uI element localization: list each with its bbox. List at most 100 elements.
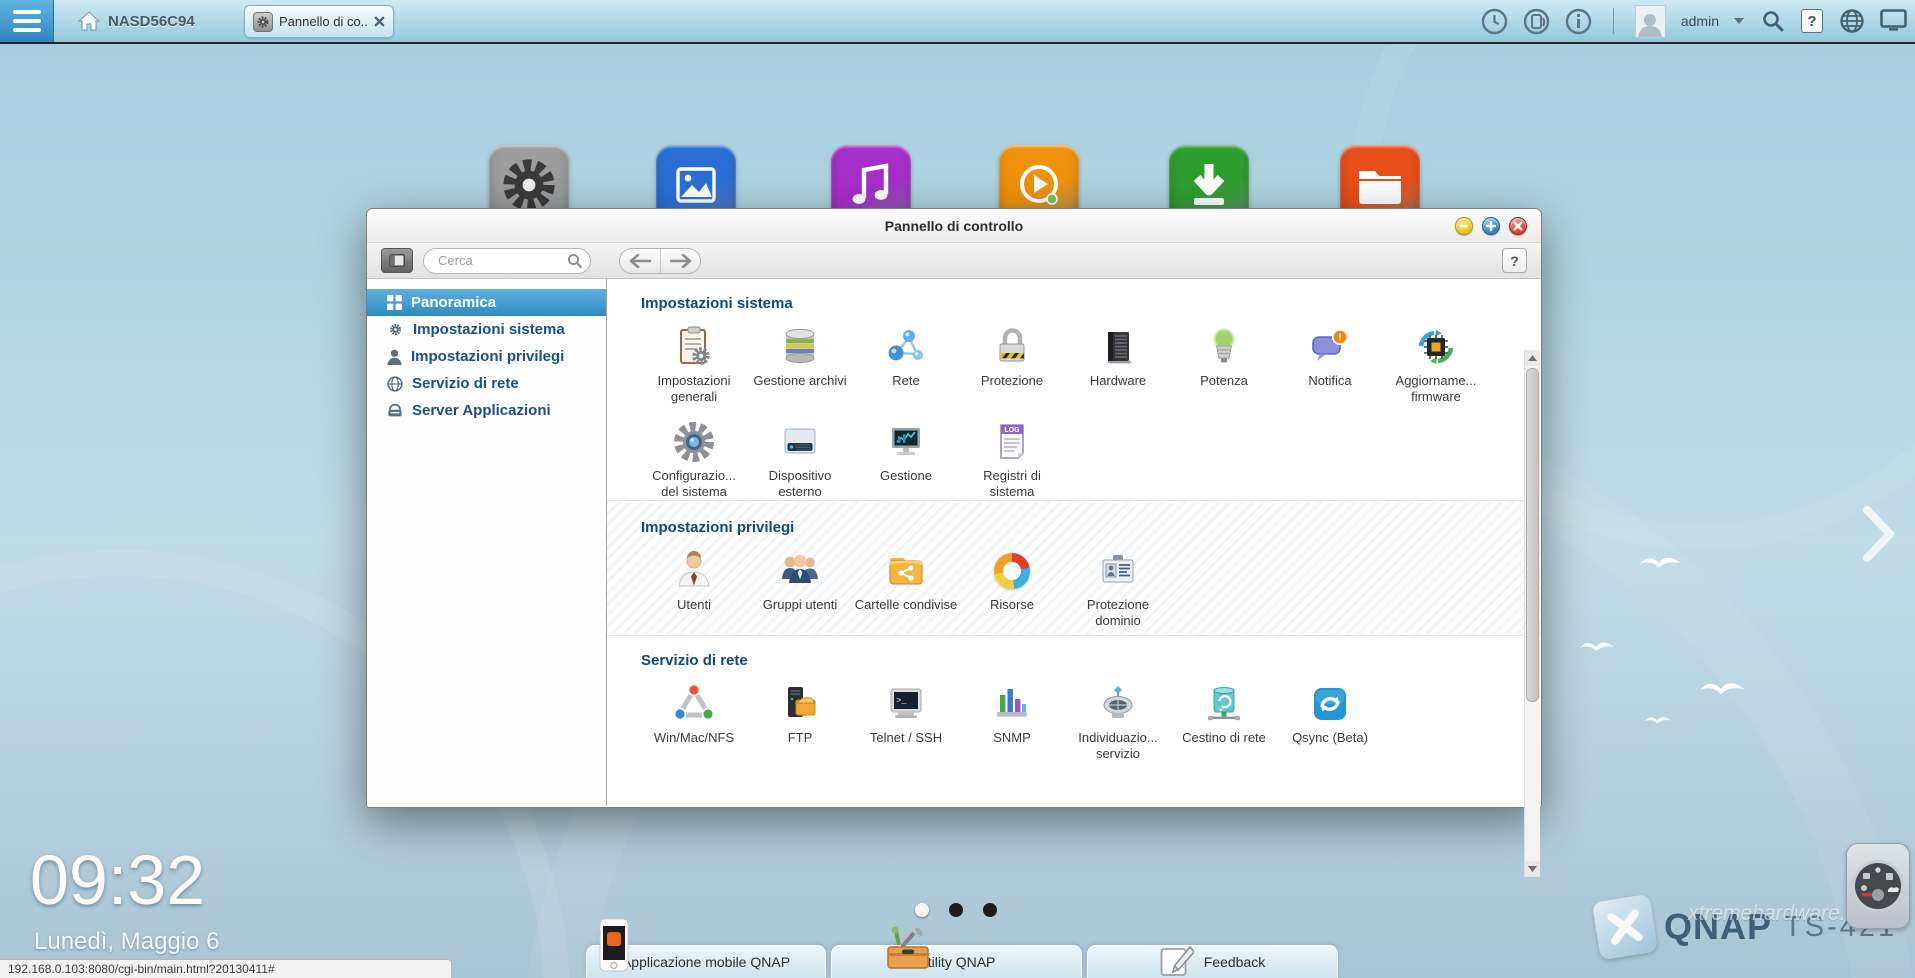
background-task-clock-icon[interactable] bbox=[1481, 8, 1508, 35]
dock-tab-feedback[interactable]: Feedback bbox=[1087, 945, 1338, 978]
window-body: PanoramicaImpostazioni sistemaImpostazio… bbox=[367, 279, 1541, 806]
cp-item-ftp[interactable]: FTP bbox=[747, 681, 853, 762]
qsync-icon bbox=[1307, 681, 1353, 727]
cp-item-label: Cartelle condivise bbox=[854, 597, 958, 613]
cp-item-snmp[interactable]: SNMP bbox=[959, 681, 1065, 762]
scrollbar-thumb[interactable] bbox=[1526, 368, 1539, 702]
pager-dot-1[interactable] bbox=[915, 903, 929, 917]
dock-tab-applicazione-mobile-qnap[interactable]: Applicazione mobile QNAP bbox=[586, 945, 826, 978]
sidebar-item-label: Server Applicazioni bbox=[412, 402, 551, 419]
sidebar-toggle-button[interactable] bbox=[381, 248, 413, 273]
tab-close-icon[interactable] bbox=[374, 16, 385, 27]
external-device-icon bbox=[777, 419, 823, 465]
cp-item-quota[interactable]: Risorse bbox=[959, 548, 1065, 629]
search-icon[interactable] bbox=[1759, 8, 1786, 35]
search-icon[interactable] bbox=[567, 253, 583, 269]
cp-item-notification[interactable]: !Notifica bbox=[1277, 324, 1383, 405]
desktop-screen: NASD56C94 Pannello di co... bbox=[0, 0, 1915, 978]
cp-item-service-discovery[interactable]: Individuazio... servizio bbox=[1065, 681, 1171, 762]
topbar-separator bbox=[1613, 8, 1614, 34]
language-globe-icon[interactable] bbox=[1838, 8, 1865, 35]
cp-item-hardware[interactable]: Hardware bbox=[1065, 324, 1171, 405]
control-panel-window: Pannello di controllo bbox=[366, 208, 1542, 808]
dock-tab-utility-qnap[interactable]: Utility QNAP bbox=[831, 945, 1082, 978]
pager-dot-3[interactable] bbox=[983, 903, 997, 917]
cp-item-label: Qsync (Beta) bbox=[1278, 730, 1382, 746]
desktop-preference-icon[interactable] bbox=[1880, 8, 1907, 35]
forward-button[interactable] bbox=[660, 249, 700, 273]
dashboard-button[interactable] bbox=[1846, 843, 1910, 929]
top-bar: NASD56C94 Pannello di co... bbox=[0, 0, 1915, 44]
cp-item-system-logs[interactable]: LOGRegistri di sistema bbox=[959, 419, 1065, 500]
cp-item-label: Gruppi utenti bbox=[748, 597, 852, 613]
pager-dot-2[interactable] bbox=[949, 903, 963, 917]
scroll-up-icon[interactable] bbox=[1525, 350, 1540, 366]
cp-item-shared-folders[interactable]: Cartelle condivise bbox=[853, 548, 959, 629]
snmp-icon bbox=[989, 681, 1035, 727]
sidebar-item-servizio-di-rete[interactable]: Servizio di rete bbox=[367, 370, 606, 397]
chevron-down-icon[interactable] bbox=[1734, 18, 1744, 24]
sidebar-item-server-applicazioni[interactable]: Server Applicazioni bbox=[367, 397, 606, 424]
sidebar-item-panoramica[interactable]: Panoramica bbox=[367, 289, 606, 316]
cp-item-label: Protezione bbox=[960, 373, 1064, 389]
user-groups-icon bbox=[777, 548, 823, 594]
dock-tab-label: Feedback bbox=[1204, 954, 1265, 970]
maximize-button[interactable] bbox=[1482, 217, 1500, 235]
win-mac-nfs-icon bbox=[671, 681, 717, 727]
window-titlebar[interactable]: Pannello di controllo bbox=[367, 209, 1541, 243]
cp-item-storage-manager[interactable]: Gestione archivi bbox=[747, 324, 853, 405]
next-page-chevron-icon[interactable] bbox=[1862, 505, 1896, 563]
window-help-button[interactable]: ? bbox=[1502, 248, 1527, 273]
external-device-sync-icon[interactable] bbox=[1523, 8, 1550, 35]
cp-item-firmware-update[interactable]: Aggiorname... firmware bbox=[1383, 324, 1489, 405]
svg-text:!: ! bbox=[1338, 331, 1342, 343]
tab-control-panel[interactable]: Pannello di co... bbox=[244, 5, 394, 38]
cp-item-win-mac-nfs[interactable]: Win/Mac/NFS bbox=[641, 681, 747, 762]
sidebar-item-impostazioni-privilegi[interactable]: Impostazioni privilegi bbox=[367, 343, 606, 370]
cp-item-power[interactable]: Potenza bbox=[1171, 324, 1277, 405]
back-button[interactable] bbox=[620, 249, 660, 273]
mobile-app-icon bbox=[597, 918, 631, 976]
cp-item-general-settings[interactable]: Impostazioni generali bbox=[641, 324, 747, 405]
video-station-app-icon bbox=[1014, 160, 1064, 210]
scroll-down-icon[interactable] bbox=[1525, 861, 1540, 877]
cp-item-network-recycle-bin[interactable]: Cestino di rete bbox=[1171, 681, 1277, 762]
cp-item-user-groups[interactable]: Gruppi utenti bbox=[747, 548, 853, 629]
cp-item-management[interactable]: Gestione bbox=[853, 419, 959, 500]
home-icon bbox=[78, 11, 100, 31]
cp-item-qsync[interactable]: Qsync (Beta) bbox=[1277, 681, 1383, 762]
help-icon[interactable]: ? bbox=[1801, 9, 1823, 33]
cp-item-network[interactable]: Rete bbox=[853, 324, 959, 405]
svg-text:LOG: LOG bbox=[1004, 427, 1020, 434]
user-avatar[interactable] bbox=[1635, 5, 1666, 38]
section-title: Impostazioni privilegi bbox=[641, 519, 1519, 536]
section-impostazioni-sistema: Impostazioni sistemaImpostazioni general… bbox=[641, 291, 1519, 500]
minimize-button[interactable] bbox=[1455, 217, 1473, 235]
control-panel-sidebar: PanoramicaImpostazioni sistema Impostazio… bbox=[367, 279, 607, 806]
cp-item-domain-security[interactable]: Protezione dominio bbox=[1065, 548, 1171, 629]
security-icon bbox=[989, 324, 1035, 370]
cp-item-security[interactable]: Protezione bbox=[959, 324, 1065, 405]
close-button[interactable] bbox=[1509, 217, 1527, 235]
sidebar-item-impostazioni-sistema[interactable]: Impostazioni sistema bbox=[367, 316, 606, 343]
cp-item-label: Dispositivo esterno bbox=[748, 468, 852, 500]
cp-item-telnet-ssh[interactable]: >_Telnet / SSH bbox=[853, 681, 959, 762]
main-menu-button[interactable] bbox=[0, 0, 54, 42]
desktop-pager bbox=[915, 903, 997, 917]
cp-item-system-config[interactable]: Configurazio... del sistema bbox=[641, 419, 747, 500]
cp-item-label: Aggiorname... firmware bbox=[1384, 373, 1488, 405]
download-station-app-icon bbox=[1185, 160, 1233, 210]
search-input[interactable] bbox=[423, 248, 591, 274]
cp-item-users[interactable]: Utenti bbox=[641, 548, 747, 629]
cp-item-label: Utenti bbox=[642, 597, 746, 613]
notification-info-icon[interactable] bbox=[1565, 8, 1592, 35]
cp-item-label: Gestione archivi bbox=[748, 373, 852, 389]
cp-item-label: FTP bbox=[748, 730, 852, 746]
cp-item-external-device[interactable]: Dispositivo esterno bbox=[747, 419, 853, 500]
cp-item-label: Hardware bbox=[1066, 373, 1170, 389]
vertical-scrollbar[interactable] bbox=[1524, 350, 1540, 877]
cp-item-label: Telnet / SSH bbox=[854, 730, 958, 746]
sidebar-item-label: Impostazioni privilegi bbox=[411, 348, 564, 365]
device-home-button[interactable]: NASD56C94 bbox=[78, 11, 195, 31]
user-name[interactable]: admin bbox=[1681, 13, 1719, 29]
